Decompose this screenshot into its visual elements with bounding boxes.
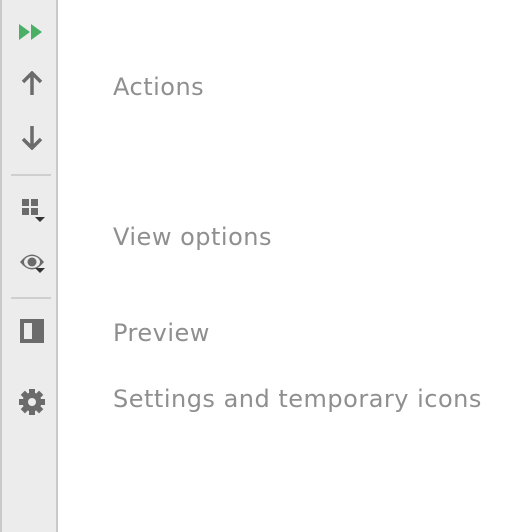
fast-forward-icon bbox=[19, 24, 42, 40]
gear-icon bbox=[19, 389, 45, 415]
separator bbox=[11, 297, 51, 299]
settings-button[interactable] bbox=[12, 384, 52, 420]
view-options-label: View options bbox=[113, 223, 272, 251]
run-button[interactable] bbox=[12, 14, 52, 50]
grid-dropdown-icon bbox=[22, 199, 45, 222]
layout-dropdown-button[interactable] bbox=[12, 191, 52, 227]
move-up-button[interactable] bbox=[12, 66, 52, 102]
arrow-up-icon bbox=[21, 71, 43, 95]
preview-panel-icon bbox=[20, 319, 44, 343]
arrow-down-icon bbox=[21, 126, 43, 150]
preview-toggle-button[interactable] bbox=[12, 313, 52, 349]
view-dropdown-button[interactable] bbox=[12, 243, 52, 279]
side-toolbar bbox=[0, 0, 58, 532]
separator bbox=[11, 174, 51, 176]
preview-label: Preview bbox=[113, 319, 210, 347]
move-down-button[interactable] bbox=[12, 119, 52, 155]
eye-dropdown-icon bbox=[20, 254, 45, 273]
settings-label: Settings and temporary icons bbox=[113, 385, 482, 413]
actions-label: Actions bbox=[113, 73, 205, 101]
